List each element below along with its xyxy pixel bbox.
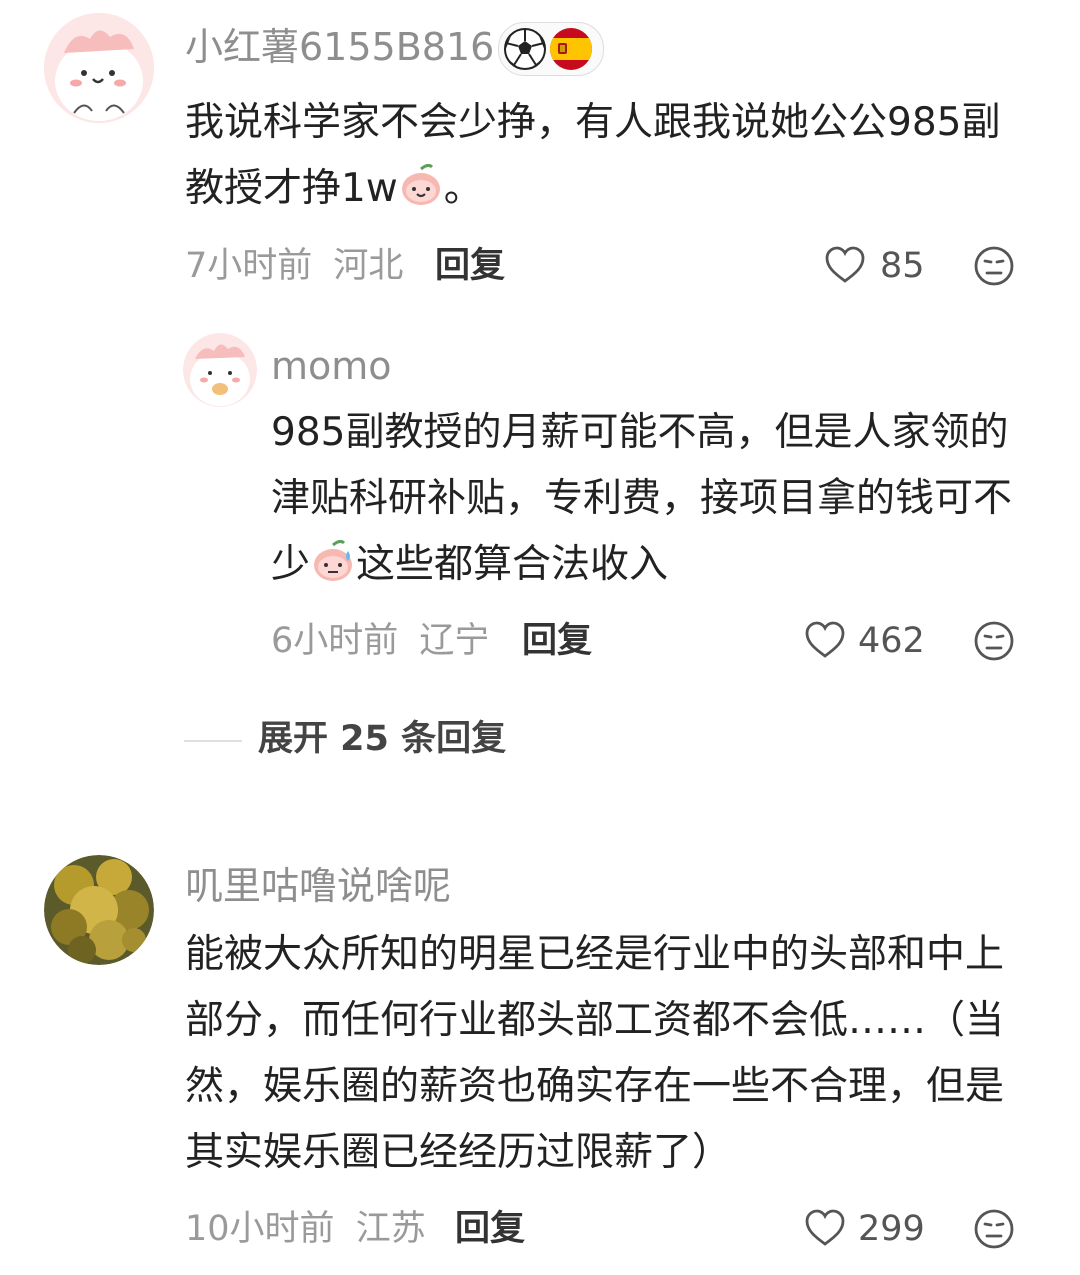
heart-icon	[804, 1208, 846, 1250]
reply-button[interactable]: 回复	[435, 249, 505, 284]
peach-smile-emoji	[398, 161, 444, 207]
comment-location: 江苏	[355, 1209, 426, 1249]
expand-replies-button[interactable]: 展开 25 条回复	[258, 722, 506, 757]
avatar[interactable]	[44, 13, 154, 123]
spain-flag-icon	[549, 27, 593, 71]
comment-text: 985副教授的月薪可能不高，但是人家领的津贴科研补贴，专利费，接项目拿的钱可不少…	[271, 410, 1013, 587]
like-count: 299	[858, 1209, 925, 1249]
comment-meta: 6小时前 辽宁	[271, 624, 489, 659]
reply-button[interactable]: 回复	[522, 624, 592, 659]
username[interactable]: momo	[271, 347, 392, 385]
username[interactable]: 叽里咕噜说啥呢	[185, 867, 451, 905]
comment-time: 6小时前	[271, 621, 399, 661]
comment-time: 7小时前	[185, 246, 313, 286]
like-count: 85	[880, 246, 925, 286]
dislike-icon[interactable]	[973, 1208, 1015, 1250]
avatar[interactable]	[183, 333, 257, 407]
comment-location: 辽宁	[419, 621, 490, 661]
comment-time: 10小时前	[185, 1209, 335, 1249]
user-badges	[498, 22, 604, 76]
like-count: 462	[858, 621, 925, 661]
comment-text: 我说科学家不会少挣，有人跟我说她公公985副教授才挣1w。	[185, 100, 1001, 211]
avatar[interactable]	[44, 855, 154, 965]
dislike-icon[interactable]	[973, 620, 1015, 662]
heart-icon	[824, 245, 866, 287]
comment-meta: 7小时前 河北	[185, 249, 403, 284]
comment-text: 能被大众所知的明星已经是行业中的头部和中上部分，而任何行业都头部工资都不会低………	[185, 932, 1005, 1175]
heart-icon	[804, 620, 846, 662]
username[interactable]: 小红薯6155B816	[185, 28, 494, 66]
comment-location: 河北	[333, 246, 404, 286]
dislike-icon[interactable]	[973, 245, 1015, 287]
soccer-ball-icon	[503, 27, 547, 71]
divider-line	[184, 740, 242, 742]
reply-button[interactable]: 回复	[455, 1212, 525, 1247]
comment-meta: 10小时前 江苏	[185, 1212, 426, 1247]
peach-sweat-emoji	[310, 537, 356, 583]
